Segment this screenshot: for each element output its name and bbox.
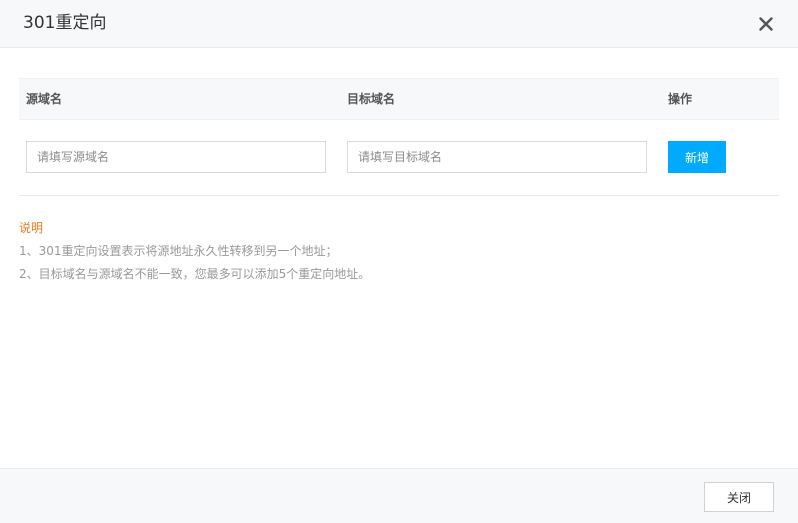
close-button[interactable]: 关闭 [704,482,774,512]
close-icon[interactable] [756,14,776,34]
column-header-action: 操作 [668,92,693,106]
note-line-2: 2、目标域名与源域名不能一致，您最多可以添加5个重定向地址。 [19,267,371,281]
note-line-1: 1、301重定向设置表示将源地址永久性转移到另一个地址； [19,244,338,258]
dialog-header: 301重定向 [0,0,798,48]
notes-title: 说明 [19,221,44,235]
dialog-footer: 关闭 [0,468,798,523]
redirect-table: 源域名 目标域名 操作 新增 [19,78,779,196]
table-header: 源域名 目标域名 操作 [19,78,779,120]
column-header-target: 目标域名 [347,92,396,106]
column-header-source: 源域名 [26,92,63,106]
target-domain-input[interactable] [347,141,647,173]
table-row: 新增 [19,120,779,196]
add-button[interactable]: 新增 [668,141,726,173]
redirect-dialog: 301重定向 源域名 目标域名 操作 新增 说明 1、301重定向设置表示将源地… [0,0,798,523]
source-domain-input[interactable] [26,141,326,173]
dialog-title: 301重定向 [23,13,107,33]
notes-section: 说明 1、301重定向设置表示将源地址永久性转移到另一个地址； 2、目标域名与源… [19,219,370,288]
